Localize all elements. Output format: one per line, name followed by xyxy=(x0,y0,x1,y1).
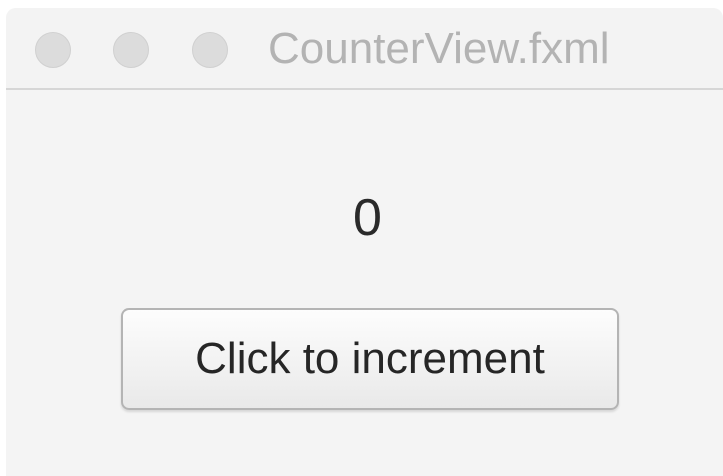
maximize-traffic-light-icon[interactable] xyxy=(192,32,228,68)
window-title: CounterView.fxml xyxy=(268,24,610,73)
title-bar[interactable]: CounterView.fxml xyxy=(6,8,723,90)
close-traffic-light-icon[interactable] xyxy=(35,32,71,68)
counter-value-label: 0 xyxy=(353,189,382,247)
content-area: 0 Click to increment xyxy=(6,90,723,476)
increment-button[interactable]: Click to increment xyxy=(121,308,619,410)
minimize-traffic-light-icon[interactable] xyxy=(113,32,149,68)
app-window: CounterView.fxml 0 Click to increment xyxy=(6,8,723,476)
